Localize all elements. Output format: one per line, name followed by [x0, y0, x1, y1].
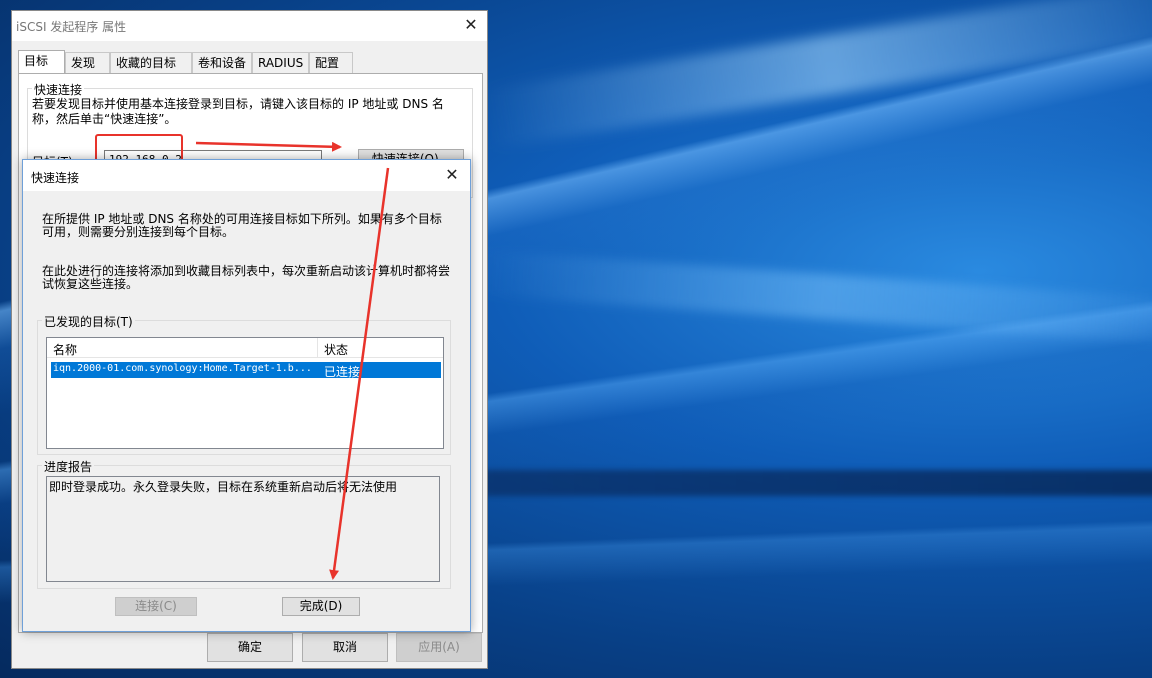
tab-targets[interactable]: 目标	[18, 50, 65, 74]
discovered-targets-group: 已发现的目标(T) 名称 状态 iqn.2000-01.com.synology…	[37, 313, 451, 455]
connect-button[interactable]: 连接(C)	[115, 597, 197, 616]
quick-connect-dialog: 快速连接 ✕ 在所提供 IP 地址或 DNS 名称处的可用连接目标如下所列。如果…	[22, 159, 471, 632]
done-button[interactable]: 完成(D)	[282, 597, 360, 616]
discovered-targets-list[interactable]: 名称 状态 iqn.2000-01.com.synology:Home.Targ…	[46, 337, 444, 449]
target-highlight-box	[95, 134, 183, 162]
target-name-cell: iqn.2000-01.com.synology:Home.Target-1.b…	[53, 363, 312, 374]
table-row[interactable]: iqn.2000-01.com.synology:Home.Target-1.b…	[51, 362, 441, 379]
column-header-name[interactable]: 名称	[53, 341, 77, 358]
progress-report-legend: 进度报告	[42, 458, 95, 475]
cancel-button[interactable]: 取消	[302, 633, 388, 662]
progress-report-group: 进度报告 即时登录成功。永久登录失败，目标在系统重新启动后将无法使用	[37, 458, 451, 589]
dialog-favorites-note: 在此处进行的连接将添加到收藏目标列表中，每次重新启动该计算机时都将尝试恢复这些连…	[42, 264, 451, 291]
tab-radius[interactable]: RADIUS	[252, 52, 309, 73]
target-status-cell: 已连接	[324, 365, 361, 379]
ok-button[interactable]: 确定	[207, 633, 293, 662]
dialog-titlebar: 快速连接 ✕	[23, 160, 470, 191]
column-header-status[interactable]: 状态	[324, 341, 348, 358]
dialog-close-icon[interactable]: ✕	[442, 165, 462, 185]
apply-button[interactable]: 应用(A)	[396, 633, 482, 662]
discovered-targets-legend: 已发现的目标(T)	[42, 313, 135, 330]
close-icon[interactable]: ✕	[461, 15, 481, 35]
tab-favorite-targets[interactable]: 收藏的目标	[110, 52, 192, 73]
quick-connect-legend: 快速连接	[32, 81, 85, 98]
window-titlebar: iSCSI 发起程序 属性 ✕	[12, 11, 487, 41]
tab-discovery[interactable]: 发现	[65, 52, 110, 73]
dialog-intro-text: 在所提供 IP 地址或 DNS 名称处的可用连接目标如下所列。如果有多个目标可用…	[42, 212, 442, 239]
list-header: 名称 状态	[47, 338, 443, 358]
tab-volumes-devices[interactable]: 卷和设备	[192, 52, 252, 73]
quick-connect-description: 若要发现目标并使用基本连接登录到目标，请键入该目标的 IP 地址或 DNS 名称…	[32, 97, 444, 126]
tab-configuration[interactable]: 配置	[309, 52, 353, 73]
dialog-title: 快速连接	[31, 171, 80, 185]
window-title: iSCSI 发起程序 属性	[16, 20, 127, 34]
progress-report-text: 即时登录成功。永久登录失败，目标在系统重新启动后将无法使用	[46, 476, 440, 582]
